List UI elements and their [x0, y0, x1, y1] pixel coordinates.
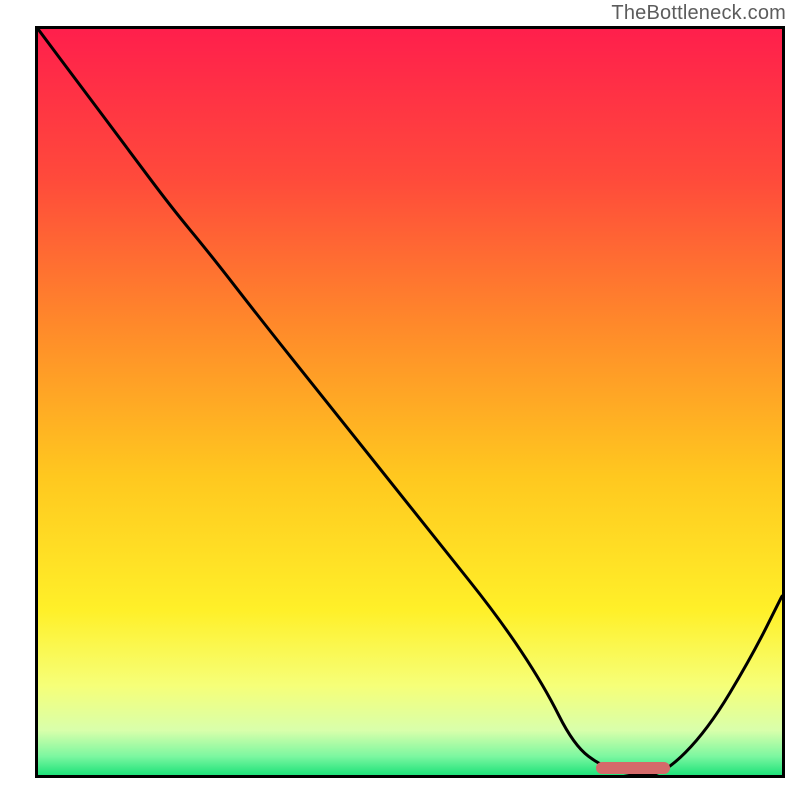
bottleneck-curve	[38, 29, 782, 775]
figure-frame: TheBottleneck.com	[0, 0, 800, 800]
optimal-range-marker	[596, 762, 670, 774]
watermark-text: TheBottleneck.com	[611, 2, 786, 25]
plot-area	[38, 29, 782, 775]
